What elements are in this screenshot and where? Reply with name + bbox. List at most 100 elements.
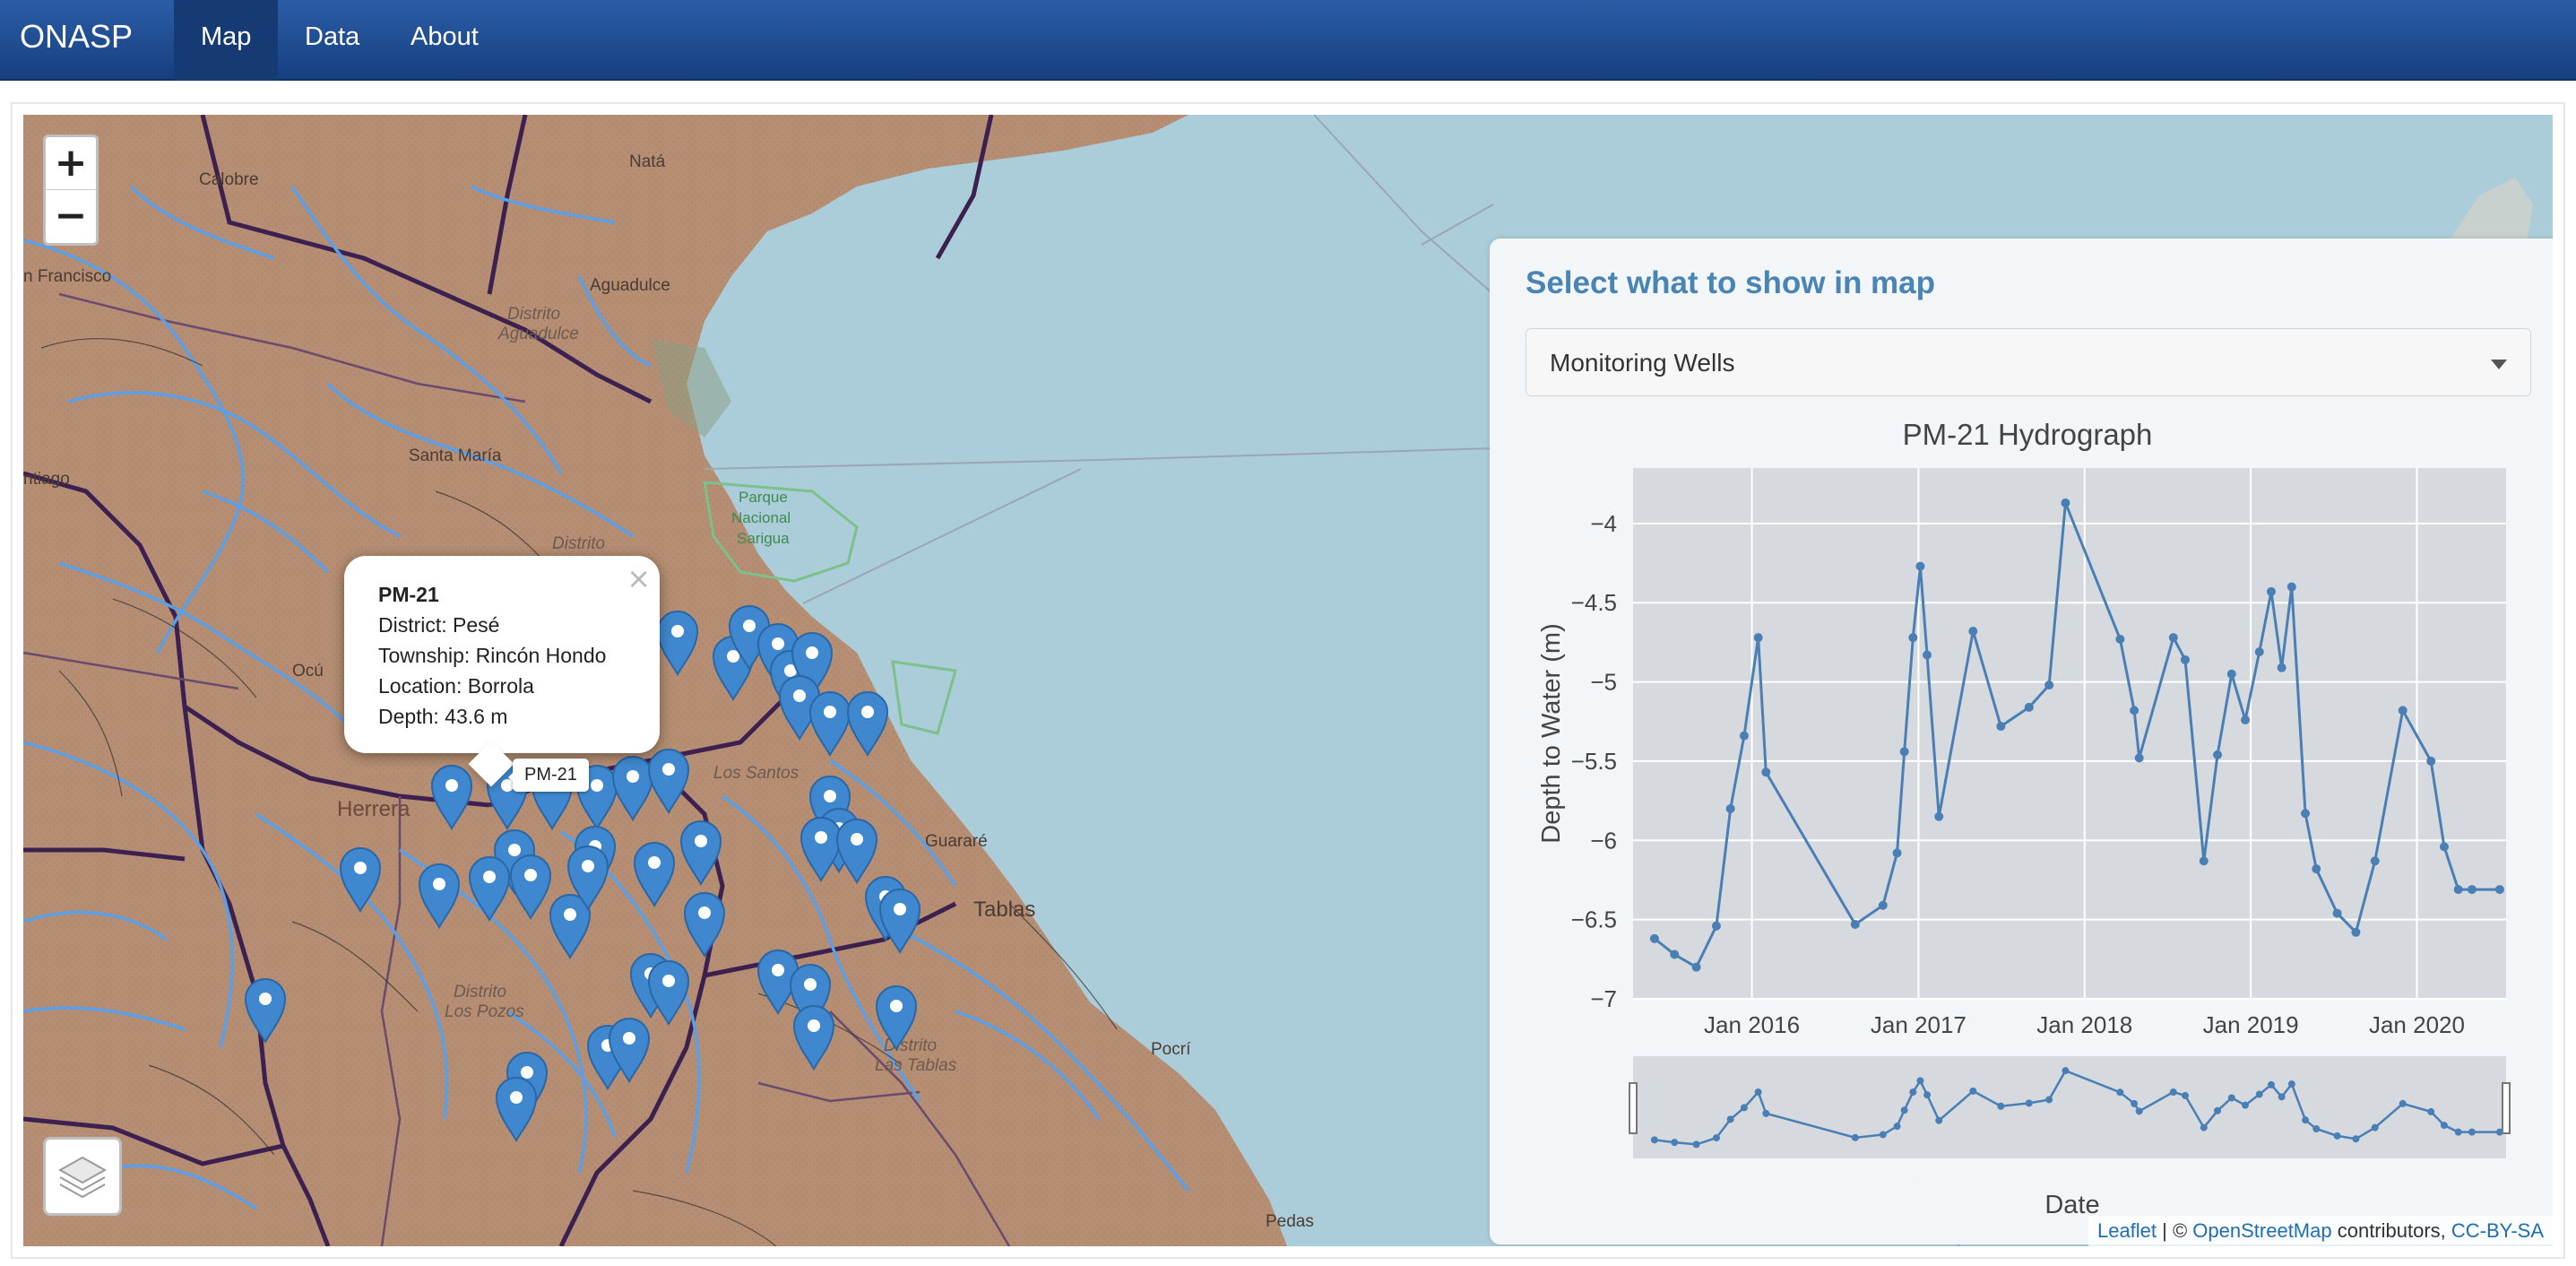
range-slider-point	[1671, 1139, 1679, 1147]
data-point[interactable]	[1753, 633, 1763, 643]
data-point[interactable]	[1691, 962, 1701, 972]
data-point[interactable]	[2241, 715, 2251, 724]
data-point[interactable]	[2168, 633, 2178, 643]
place-label: Parque	[739, 489, 788, 506]
data-point[interactable]	[1850, 919, 1860, 929]
data-point[interactable]	[1996, 722, 2006, 732]
range-slider-point	[1754, 1088, 1762, 1097]
navbar: ONASP Map Data About	[0, 0, 2576, 81]
hydrograph-chart[interactable]: PM-21 Hydrograph −4 −4.5 −5 −5.5 −6 −6.5 −7 Ja…	[1490, 409, 2553, 1243]
zoom-out-button[interactable]: −	[46, 190, 96, 243]
data-point[interactable]	[2426, 756, 2436, 766]
data-point[interactable]	[2266, 586, 2276, 596]
zoom-control: + −	[43, 134, 99, 246]
place-label: Pedas	[1266, 1212, 1314, 1231]
select-value: Monitoring Wells	[1550, 349, 1735, 377]
range-slider-point	[1851, 1133, 1859, 1141]
y-tick-label: −6.5	[1571, 906, 1617, 933]
range-slider-point	[1935, 1116, 1943, 1124]
nav-data[interactable]: Data	[278, 0, 386, 81]
range-slider-point	[2454, 1128, 2462, 1136]
data-point[interactable]	[2254, 646, 2264, 656]
data-point[interactable]	[2467, 885, 2477, 895]
popup-township: Township: Rincón Hondo	[378, 644, 607, 667]
range-slider-point	[2255, 1090, 2263, 1098]
zoom-in-button[interactable]: +	[46, 137, 96, 190]
data-point[interactable]	[1968, 627, 1978, 637]
place-label: Los Santos	[713, 764, 800, 783]
license-link[interactable]: CC-BY-SA	[2451, 1219, 2544, 1242]
data-point[interactable]	[1899, 747, 1909, 757]
leaflet-link[interactable]: Leaflet	[2097, 1219, 2157, 1242]
map-attribution: Leaflet | © OpenStreetMap contributors, …	[2088, 1216, 2553, 1246]
place-label: Distrito	[552, 534, 605, 553]
range-slider-point	[2116, 1088, 2124, 1097]
range-slider-point	[1916, 1077, 1924, 1085]
data-point[interactable]	[1878, 900, 1888, 910]
data-point[interactable]	[1725, 803, 1735, 813]
data-point[interactable]	[2044, 681, 2054, 690]
range-slider-point	[1909, 1088, 1917, 1097]
place-label: Ocú	[292, 662, 324, 681]
data-point[interactable]	[2213, 750, 2223, 759]
data-point[interactable]	[1908, 633, 1918, 643]
data-point[interactable]	[2199, 856, 2209, 866]
osm-link[interactable]: OpenStreetMap	[2192, 1219, 2331, 1242]
range-slider-point	[2333, 1132, 2341, 1140]
range-slider-point	[1893, 1123, 1901, 1131]
nav-map[interactable]: Map	[174, 0, 279, 81]
range-slider-point	[1712, 1134, 1720, 1142]
data-point[interactable]	[1915, 561, 1925, 571]
data-point[interactable]	[2024, 702, 2034, 712]
data-point[interactable]	[2134, 753, 2144, 763]
place-label: n Francisco	[23, 267, 111, 286]
data-point[interactable]	[2277, 663, 2286, 672]
data-point[interactable]	[2130, 706, 2139, 715]
x-tick-labels: Jan 2016 Jan 2017 Jan 2018 Jan 2019 Jan 2020	[1704, 1011, 2465, 1038]
data-point[interactable]	[1711, 921, 1721, 931]
data-point[interactable]	[1892, 848, 1902, 858]
data-point[interactable]	[2180, 655, 2190, 664]
layer-select[interactable]: Monitoring Wells	[1526, 328, 2531, 396]
data-point[interactable]	[2351, 927, 2361, 937]
place-label: Aguadulce	[497, 325, 579, 343]
data-point[interactable]	[2286, 582, 2296, 592]
map[interactable]: Natá Calobre n Francisco Aguadulce Distr…	[23, 115, 2553, 1246]
brand[interactable]: ONASP	[20, 18, 133, 56]
place-label: Los Pozos	[445, 1002, 524, 1021]
data-point[interactable]	[2494, 885, 2504, 895]
place-label: Sarigua	[737, 530, 790, 547]
data-point[interactable]	[2332, 908, 2342, 918]
data-point[interactable]	[2061, 498, 2070, 507]
layers-button[interactable]	[43, 1137, 122, 1216]
data-point[interactable]	[2226, 669, 2236, 679]
data-point[interactable]	[2439, 842, 2449, 852]
data-point[interactable]	[2370, 856, 2380, 866]
range-slider-point	[2352, 1135, 2360, 1143]
range-slider-point	[2181, 1091, 2189, 1099]
range-slider-point	[1923, 1091, 1932, 1099]
range-handle-left[interactable]	[1629, 1082, 1638, 1134]
range-slider-point	[1650, 1136, 1658, 1144]
data-point[interactable]	[1923, 650, 1932, 660]
place-label: Calobre	[199, 170, 259, 189]
range-handle-right[interactable]	[2502, 1082, 2511, 1134]
well-popup: × PM-21 District: Pesé Township: Rincón …	[344, 556, 660, 787]
nav-about[interactable]: About	[384, 0, 506, 81]
x-tick-label: Jan 2018	[2036, 1011, 2132, 1038]
x-tick-label: Jan 2016	[1704, 1011, 1800, 1038]
place-label: Tablas	[973, 897, 1035, 922]
data-point[interactable]	[2301, 809, 2311, 819]
data-point[interactable]	[1761, 767, 1771, 777]
data-point[interactable]	[2453, 885, 2463, 895]
place-label: Guararé	[925, 832, 988, 851]
range-slider-point	[1740, 1104, 1748, 1112]
data-point[interactable]	[2312, 864, 2321, 874]
data-point[interactable]	[1649, 933, 1659, 943]
data-point[interactable]	[1670, 950, 1680, 959]
y-tick-label: −6	[1590, 827, 1617, 854]
data-point[interactable]	[2398, 706, 2407, 715]
data-point[interactable]	[1739, 731, 1749, 741]
data-point[interactable]	[2115, 634, 2125, 644]
data-point[interactable]	[1934, 811, 1944, 821]
